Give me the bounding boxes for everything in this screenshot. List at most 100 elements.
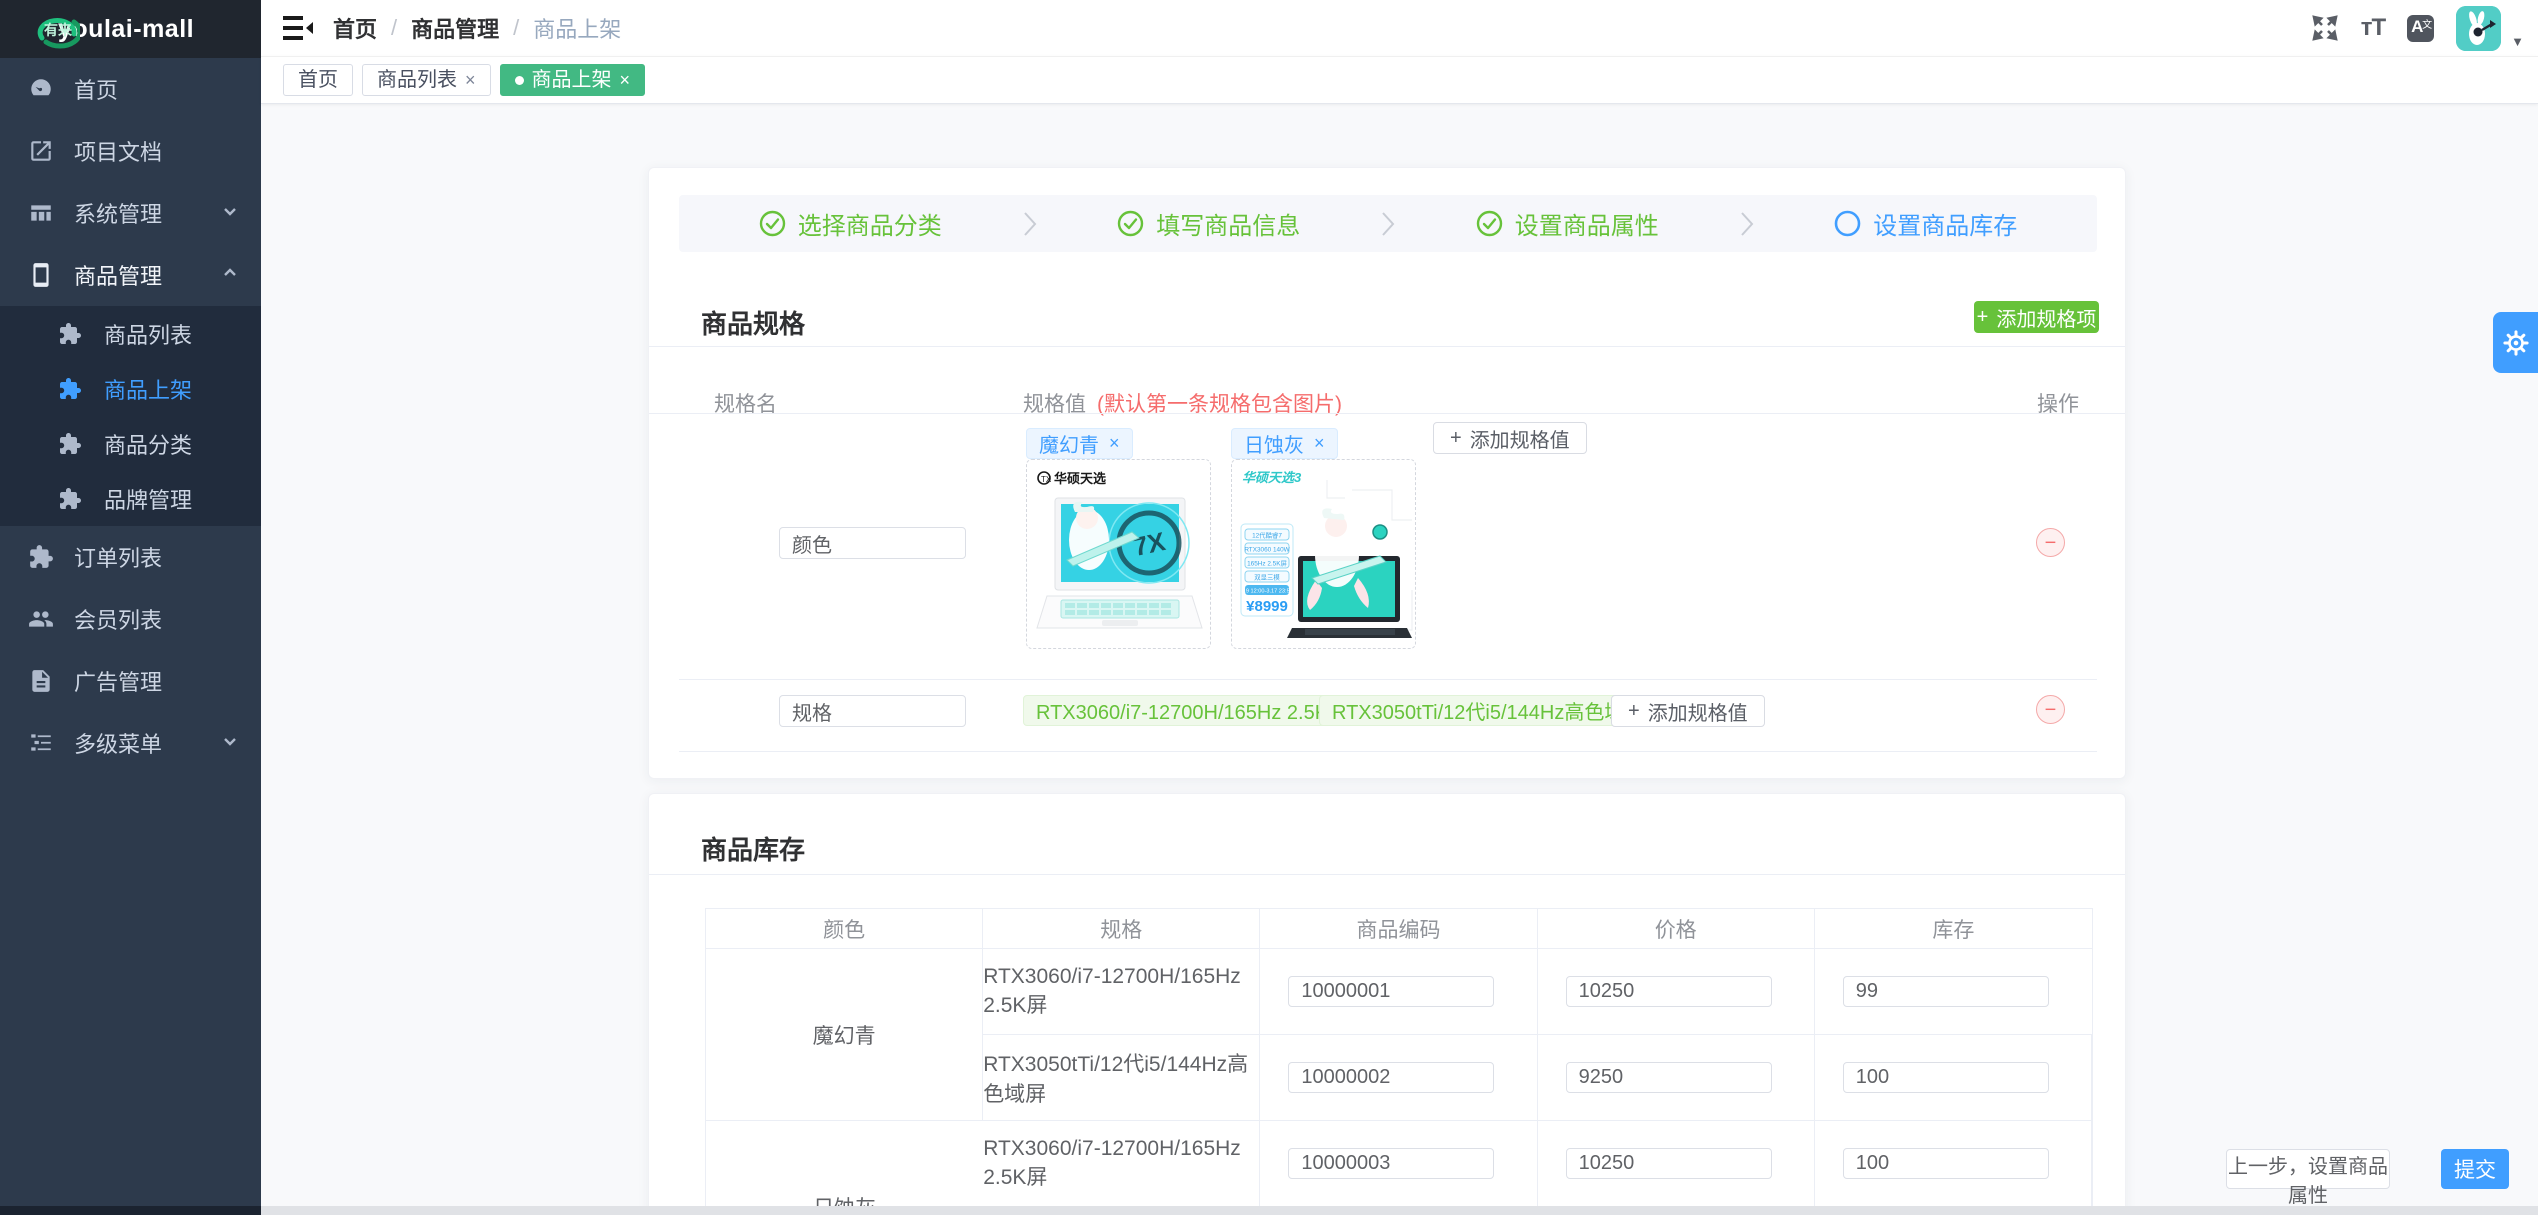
- sidebar-item-label: 广告管理: [74, 665, 162, 697]
- users-icon: [28, 606, 54, 632]
- caret-down-icon[interactable]: ▼: [2511, 34, 2524, 49]
- add-spec-item-button[interactable]: + 添加规格项: [1974, 301, 2099, 333]
- header-actions: тT A 文 ▼: [2311, 0, 2524, 56]
- spec-value-tag[interactable]: 日蚀灰 ×: [1231, 428, 1338, 459]
- stock-color-cell: 魔幻青: [706, 949, 983, 1121]
- remove-spec-row-button[interactable]: −: [2036, 528, 2065, 557]
- chevron-down-icon: [221, 200, 239, 226]
- spec-image-laptop-b[interactable]: 华硕天选3 12代酷睿7 RTX3060 140W 165Hz 2.5K屏 双显…: [1231, 459, 1416, 649]
- sidebar-item-label: 商品上架: [104, 373, 192, 405]
- price-input[interactable]: [1566, 1062, 1772, 1093]
- close-icon[interactable]: ×: [465, 65, 476, 95]
- puzzle-icon: [28, 544, 54, 570]
- svg-text:华硕天选3: 华硕天选3: [1242, 470, 1302, 485]
- spec-image-laptop-a[interactable]: TX 华硕天选 7X: [1026, 459, 1211, 649]
- svg-text:165Hz 2.5K屏: 165Hz 2.5K屏: [1247, 560, 1287, 568]
- stock-input[interactable]: [1843, 1148, 2049, 1179]
- mobile-icon: [28, 262, 54, 288]
- hamburger-icon[interactable]: [283, 14, 313, 42]
- svg-text:TX: TX: [1041, 475, 1052, 484]
- step-set-attrs: 设置商品属性: [1396, 206, 1739, 241]
- check-circle-icon: [759, 210, 786, 237]
- sidebar-item-multilevel[interactable]: 多级菜单: [0, 712, 261, 774]
- sidebar-item-members[interactable]: 会员列表: [0, 588, 261, 650]
- svg-text:华硕天选: 华硕天选: [1054, 471, 1106, 486]
- translate-icon[interactable]: A 文: [2407, 15, 2434, 42]
- sidebar-item-home[interactable]: 首页: [0, 58, 261, 120]
- price-input[interactable]: [1566, 976, 1772, 1007]
- bottom-scrollbar-track[interactable]: [261, 1206, 2538, 1215]
- sidebar-item-label: 项目文档: [74, 135, 162, 167]
- tree-list-icon: [28, 730, 54, 756]
- breadcrumb-current: 商品上架: [533, 12, 621, 44]
- breadcrumb-goods[interactable]: 商品管理: [411, 12, 499, 44]
- tab-label: 商品列表: [377, 65, 457, 95]
- svg-text:有来: 有来: [44, 22, 73, 38]
- check-circle-icon: [1476, 210, 1503, 237]
- chevron-down-icon: [221, 730, 239, 756]
- sidebar-item-goods[interactable]: 商品管理: [0, 244, 261, 306]
- sidebar-item-brand[interactable]: 品牌管理: [0, 471, 261, 526]
- stock-spec-cell: RTX3060/i7-12700H/165Hz 2.5K屏: [983, 1121, 1260, 1207]
- sidebar-item-goods-list[interactable]: 商品列表: [0, 306, 261, 361]
- stock-input[interactable]: [1843, 976, 2049, 1007]
- tags-view-bar: 首页 商品列表 × 商品上架 ×: [261, 56, 2538, 104]
- sidebar-item-goods-publish[interactable]: 商品上架: [0, 361, 261, 416]
- breadcrumb-home[interactable]: 首页: [333, 12, 377, 44]
- stock-input[interactable]: [1843, 1062, 2049, 1093]
- step-separator-icon: [1022, 209, 1038, 239]
- tab-goods-list[interactable]: 商品列表 ×: [362, 64, 491, 96]
- divider: [649, 874, 2125, 875]
- breadcrumb: 首页 / 商品管理 / 商品上架: [333, 0, 621, 56]
- stock-spec-cell: RTX3050tTi/12代i5/144Hz高色域屏: [983, 1035, 1260, 1121]
- sidebar-item-ads[interactable]: 广告管理: [0, 650, 261, 712]
- sidebar-item-docs[interactable]: 项目文档: [0, 120, 261, 182]
- add-spec-value-button[interactable]: + 添加规格值: [1433, 422, 1587, 454]
- add-spec-value-button[interactable]: + 添加规格值: [1611, 695, 1765, 727]
- steps-bar: 选择商品分类 填写商品信息 设置商品属性 设置商品库存: [679, 195, 2097, 252]
- prev-step-button[interactable]: 上一步，设置商品属性: [2226, 1149, 2390, 1189]
- breadcrumb-separator: /: [391, 15, 397, 41]
- close-icon[interactable]: ×: [1314, 433, 1325, 454]
- close-icon[interactable]: ×: [620, 65, 631, 95]
- sidebar-item-goods-category[interactable]: 商品分类: [0, 416, 261, 471]
- svg-text:双显三模: 双显三模: [1254, 573, 1280, 582]
- sku-input[interactable]: [1288, 1148, 1494, 1179]
- stock-spec-cell: RTX3060/i7-12700H/165Hz 2.5K屏: [983, 949, 1260, 1035]
- spec-card-title: 商品规格: [701, 304, 805, 341]
- sidebar-item-system[interactable]: 系统管理: [0, 182, 261, 244]
- spec-value-tag[interactable]: 魔幻青 ×: [1026, 428, 1133, 459]
- grid-icon: [28, 200, 54, 226]
- tab-goods-publish[interactable]: 商品上架 ×: [500, 64, 646, 96]
- submit-button[interactable]: 提交: [2441, 1149, 2509, 1189]
- dashboard-icon: [28, 76, 54, 102]
- step-label: 设置商品库存: [1873, 206, 2017, 241]
- logo[interactable]: 有来 youlai-mall: [0, 0, 261, 58]
- sku-input[interactable]: [1288, 976, 1494, 1007]
- sidebar-item-label: 商品分类: [104, 428, 192, 460]
- sidebar-item-label: 系统管理: [74, 197, 162, 229]
- font-size-icon[interactable]: тT: [2361, 14, 2385, 42]
- price-input[interactable]: [1566, 1148, 1772, 1179]
- sidebar-item-label: 订单列表: [74, 541, 162, 573]
- settings-fab[interactable]: [2493, 312, 2538, 373]
- svg-text:¥8999: ¥8999: [1246, 598, 1288, 615]
- step-separator-icon: [1739, 209, 1755, 239]
- svg-text:3.9 12:00-3.17 23:59: 3.9 12:00-3.17 23:59: [1241, 589, 1293, 595]
- tab-home[interactable]: 首页: [283, 64, 353, 96]
- sidebar-item-orders[interactable]: 订单列表: [0, 526, 261, 588]
- close-icon[interactable]: ×: [1109, 433, 1120, 454]
- spec-name-input[interactable]: [779, 527, 966, 559]
- sidebar-bottom-strip: [0, 1206, 261, 1215]
- sidebar-item-label: 会员列表: [74, 603, 162, 635]
- fullscreen-icon[interactable]: [2311, 14, 2339, 42]
- avatar[interactable]: [2456, 6, 2501, 51]
- remove-spec-row-button[interactable]: −: [2036, 695, 2065, 724]
- divider: [649, 413, 2125, 414]
- tab-label: 商品上架: [532, 65, 612, 95]
- sku-input[interactable]: [1288, 1062, 1494, 1093]
- spec-name-input[interactable]: [779, 695, 966, 727]
- sidebar-item-label: 品牌管理: [104, 483, 192, 515]
- puzzle-icon: [58, 321, 84, 347]
- puzzle-icon: [58, 431, 84, 457]
